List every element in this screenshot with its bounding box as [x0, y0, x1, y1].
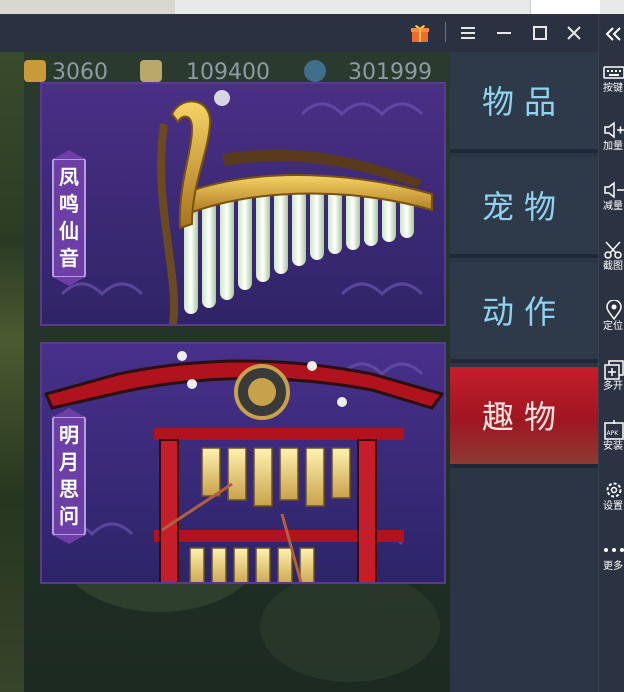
label-char: 鸣: [59, 192, 79, 216]
chimes-illustration: [42, 344, 444, 582]
silver-ingot-icon: [140, 60, 162, 82]
label-char: 音: [59, 246, 79, 270]
label-char: 月: [59, 450, 79, 474]
toolbar-label: 截图: [603, 261, 623, 272]
outer-page-image: [0, 0, 175, 14]
toolbar-label: 减量: [603, 201, 623, 212]
toolbar-location-button[interactable]: 定位: [603, 300, 624, 333]
gift-icon[interactable]: [409, 22, 431, 44]
toolbar-volume-up-button[interactable]: 加量: [603, 120, 624, 153]
toolbar-label: 设置: [603, 501, 623, 512]
location-pin-icon: [606, 300, 622, 320]
more-dots-icon: [604, 548, 624, 552]
gold-ingot-icon: [24, 60, 46, 82]
orb-icon: [304, 60, 326, 82]
collapse-toolbar-button[interactable]: [603, 24, 624, 44]
scissors-icon: [604, 241, 622, 259]
double-chevron-left-icon: [605, 27, 621, 41]
tab-actions[interactable]: 动作: [450, 262, 598, 363]
toolbar-keymap-button[interactable]: 按键: [603, 62, 624, 95]
toolbar-volume-down-button[interactable]: 减量: [603, 180, 624, 213]
emulator-window: 3060 109400 301999 凤 鸣 仙 音 明 月 思 问 物品 宠物…: [0, 0, 624, 692]
toolbar-install-apk-button[interactable]: APK 安装: [603, 420, 624, 453]
emulator-toolbar: 按键 加量 减量 截图 定位 多开 APK 安装 设置 更多: [598, 14, 624, 692]
volume-down-icon: [604, 181, 624, 199]
panpipe-illustration: [42, 84, 444, 324]
outer-page-strip: [0, 0, 624, 14]
label-char: 问: [59, 504, 79, 528]
keyboard-icon: [603, 66, 624, 79]
toolbar-settings-button[interactable]: 设置: [603, 480, 624, 513]
gear-icon: [606, 482, 622, 498]
tab-pets[interactable]: 宠物: [450, 157, 598, 258]
toolbar-label: 按键: [603, 83, 623, 94]
category-tabs: 物品 宠物 动作 趣物: [450, 52, 598, 692]
label-char: 明: [59, 423, 79, 447]
outer-page-box: [530, 0, 600, 14]
apk-install-icon: APK: [604, 420, 624, 440]
toolbar-label: 定位: [603, 321, 623, 332]
toolbar-label: 安装: [603, 441, 623, 452]
multi-instance-icon: [604, 360, 624, 380]
title-bar-divider: [445, 22, 446, 42]
item-card-panpipe[interactable]: 凤 鸣 仙 音: [40, 82, 446, 326]
toolbar-label: 多开: [603, 381, 623, 392]
close-icon[interactable]: [563, 22, 585, 44]
card-label-panpipe: 凤 鸣 仙 音: [52, 158, 86, 278]
tab-fun-items[interactable]: 趣物: [450, 367, 598, 468]
background-foliage: [260, 572, 440, 682]
menu-icon[interactable]: [457, 22, 479, 44]
toolbar-label: 加量: [603, 141, 623, 152]
tab-items[interactable]: 物品: [450, 52, 598, 153]
game-background-character: [0, 52, 24, 692]
label-char: 思: [59, 477, 79, 501]
game-viewport[interactable]: 3060 109400 301999 凤 鸣 仙 音 明 月 思 问: [0, 52, 450, 692]
maximize-icon[interactable]: [529, 22, 551, 44]
card-label-chimes: 明 月 思 问: [52, 416, 86, 536]
item-card-chimes[interactable]: 明 月 思 问: [40, 342, 446, 584]
minimize-icon[interactable]: [493, 22, 515, 44]
label-char: 仙: [59, 219, 79, 243]
svg-text:APK: APK: [607, 430, 620, 437]
toolbar-more-button[interactable]: 更多: [603, 540, 624, 573]
toolbar-screenshot-button[interactable]: 截图: [603, 240, 624, 273]
toolbar-multi-instance-button[interactable]: 多开: [603, 360, 624, 393]
volume-up-icon: [604, 121, 624, 139]
label-char: 凤: [59, 165, 79, 189]
toolbar-label: 更多: [603, 561, 623, 572]
